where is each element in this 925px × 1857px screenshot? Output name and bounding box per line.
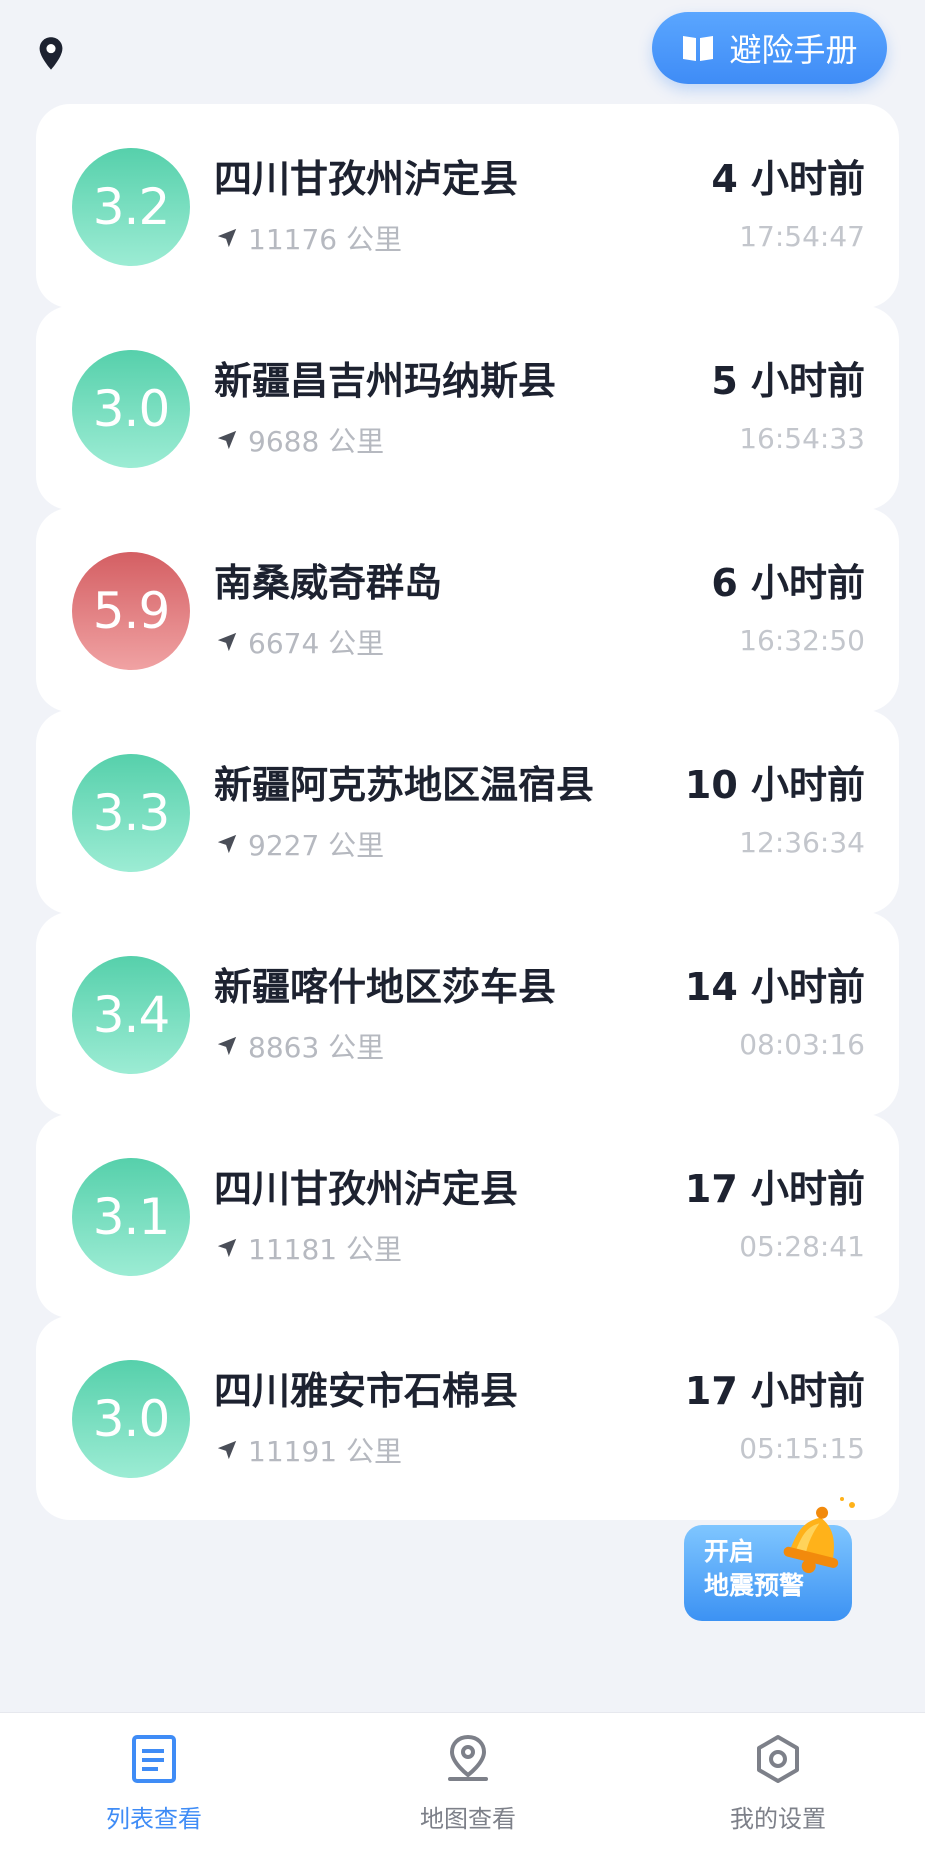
- open-book-icon: [683, 36, 714, 61]
- distance-value: 9688 公里: [248, 425, 385, 458]
- relative-time: 6 小时前: [711, 561, 865, 605]
- relative-time: 4 小时前: [711, 157, 865, 201]
- safety-guide-label: 避险手册: [729, 31, 858, 69]
- quake-distance: 6674 公里: [216, 622, 384, 662]
- navigation-arrow-icon: [217, 1238, 237, 1258]
- navigation-arrow-icon: [217, 430, 237, 450]
- quake-time: 17:54:47: [739, 220, 865, 253]
- earthquake-list: 3.2 四川甘孜州泸定县 11176 公里 4 小时前 17:54:47 3.0…: [36, 104, 899, 1712]
- tab-map-view[interactable]: 地图查看: [368, 1733, 568, 1843]
- magnitude-badge: 3.2: [72, 148, 190, 266]
- top-bar: 避险手册: [0, 0, 925, 100]
- navigation-arrow-icon: [217, 1440, 237, 1460]
- navigation-arrow-icon: [217, 1036, 237, 1056]
- earthquake-card[interactable]: 3.2 四川甘孜州泸定县 11176 公里 4 小时前 17:54:47: [36, 104, 899, 308]
- tab-settings[interactable]: 我的设置: [678, 1733, 878, 1843]
- earthquake-card[interactable]: 3.0 四川雅安市石棉县 11191 公里 17 小时前 05:15:15: [36, 1316, 899, 1520]
- quake-location: 四川雅安市石棉县: [214, 1369, 519, 1413]
- quake-location: 南桑威奇群岛: [214, 561, 443, 605]
- quake-time: 16:54:33: [739, 422, 865, 455]
- location-pin-icon[interactable]: [36, 36, 66, 72]
- navigation-arrow-icon: [217, 632, 237, 652]
- map-pin-icon: [448, 1734, 488, 1781]
- tab-list-view[interactable]: 列表查看: [54, 1733, 254, 1843]
- distance-value: 9227 公里: [248, 829, 385, 862]
- tab-label: 列表查看: [106, 1805, 202, 1833]
- tab-label: 我的设置: [730, 1805, 826, 1833]
- distance-value: 8863 公里: [248, 1031, 385, 1064]
- distance-value: 11191 公里: [248, 1435, 402, 1468]
- settings-hexagon-icon: [757, 1735, 799, 1783]
- magnitude-badge: 5.9: [72, 552, 190, 670]
- earthquake-card[interactable]: 3.0 新疆昌吉州玛纳斯县 9688 公里 5 小时前 16:54:33: [36, 306, 899, 510]
- quake-time: 05:15:15: [739, 1432, 865, 1465]
- relative-time: 17 小时前: [684, 1369, 865, 1413]
- quake-time: 05:28:41: [739, 1230, 865, 1263]
- navigation-arrow-icon: [217, 228, 237, 248]
- quake-time: 12:36:34: [739, 826, 865, 859]
- relative-time: 14 小时前: [684, 965, 865, 1009]
- distance-value: 6674 公里: [248, 627, 385, 660]
- magnitude-badge: 3.0: [72, 350, 190, 468]
- quake-time: 08:03:16: [739, 1028, 865, 1061]
- quake-location: 四川甘孜州泸定县: [214, 1167, 519, 1211]
- earthquake-card[interactable]: 3.1 四川甘孜州泸定县 11181 公里 17 小时前 05:28:41: [36, 1114, 899, 1318]
- magnitude-badge: 3.3: [72, 754, 190, 872]
- quake-location: 新疆喀什地区莎车县: [214, 965, 557, 1009]
- quake-distance: 9688 公里: [216, 420, 384, 460]
- relative-time: 10 小时前: [684, 763, 865, 807]
- quake-time: 16:32:50: [739, 624, 865, 657]
- earthquake-card[interactable]: 3.4 新疆喀什地区莎车县 8863 公里 14 小时前 08:03:16: [36, 912, 899, 1116]
- quake-distance: 11176 公里: [216, 218, 402, 258]
- quake-distance: 11181 公里: [216, 1228, 402, 1268]
- quake-distance: 11191 公里: [216, 1430, 402, 1470]
- quake-distance: 8863 公里: [216, 1026, 384, 1066]
- enable-warning-button[interactable]: 开启 地震预警: [684, 1495, 860, 1625]
- relative-time: 5 小时前: [711, 359, 865, 403]
- quake-location: 新疆昌吉州玛纳斯县: [214, 359, 557, 403]
- bell-icon: [783, 1497, 855, 1574]
- relative-time: 17 小时前: [684, 1167, 865, 1211]
- safety-guide-button[interactable]: 避险手册: [652, 12, 887, 84]
- magnitude-badge: 3.1: [72, 1158, 190, 1276]
- navigation-arrow-icon: [217, 834, 237, 854]
- earthquake-card[interactable]: 5.9 南桑威奇群岛 6674 公里 6 小时前 16:32:50: [36, 508, 899, 712]
- magnitude-badge: 3.0: [72, 1360, 190, 1478]
- earthquake-card[interactable]: 3.3 新疆阿克苏地区温宿县 9227 公里 10 小时前 12:36:34: [36, 710, 899, 914]
- distance-value: 11176 公里: [248, 223, 402, 256]
- tab-label: 地图查看: [420, 1805, 516, 1833]
- app-screen: 避险手册 3.2 四川甘孜州泸定县 11176 公里 4 小时前 17:54:4…: [0, 0, 925, 1857]
- distance-value: 11181 公里: [248, 1233, 402, 1266]
- magnitude-badge: 3.4: [72, 956, 190, 1074]
- quake-distance: 9227 公里: [216, 824, 384, 864]
- bottom-nav: 列表查看 地图查看 我的设置: [0, 1712, 925, 1857]
- list-icon: [132, 1735, 176, 1783]
- quake-location: 新疆阿克苏地区温宿县: [214, 763, 595, 807]
- quake-location: 四川甘孜州泸定县: [214, 157, 519, 201]
